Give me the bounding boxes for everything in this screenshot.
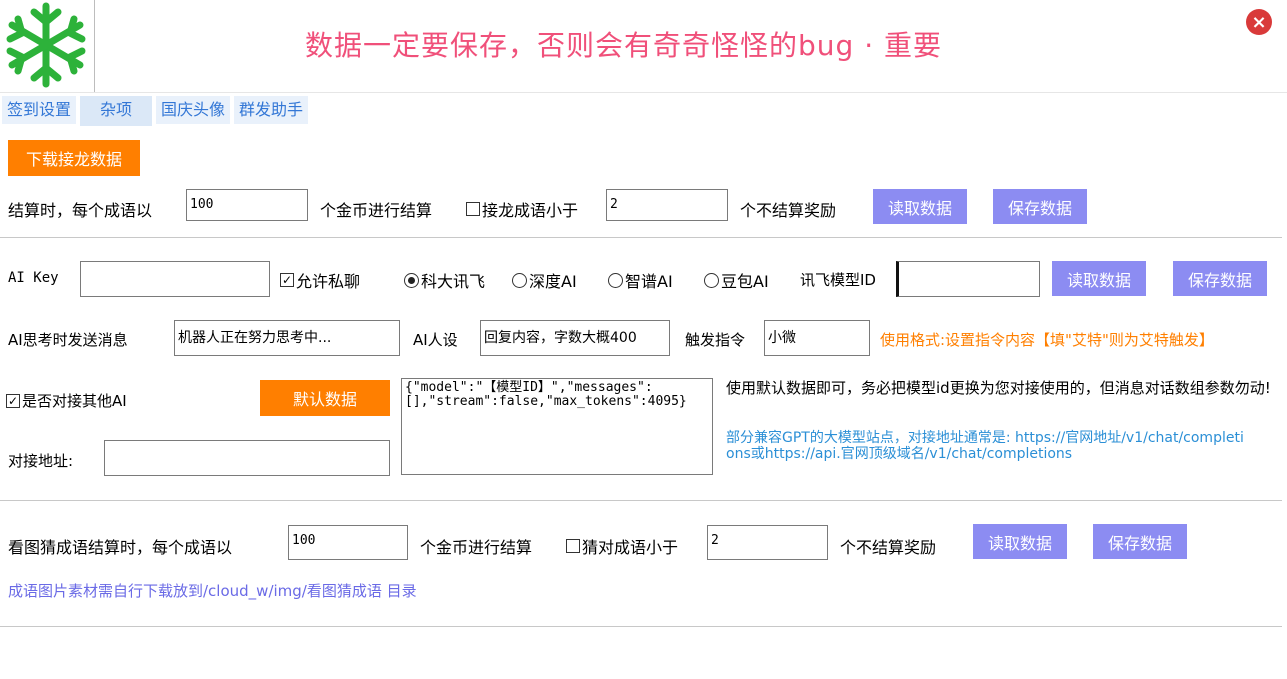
guess-label-suffix: 个不结算奖励 — [840, 538, 937, 557]
ai-key-label: AI Key — [8, 270, 59, 286]
checkbox-checked-icon: ✓ — [6, 393, 20, 408]
checkbox-box-icon — [466, 202, 480, 216]
ai-save-button[interactable]: 保存数据 — [1173, 261, 1267, 296]
tab-sign-in-settings[interactable]: 签到设置 — [2, 96, 77, 124]
header-divider — [0, 92, 1287, 93]
radio-unselected-icon — [704, 272, 719, 288]
radio-doubao-ai[interactable]: 豆包AI — [704, 268, 769, 292]
download-solitaire-data-button[interactable]: 下载接龙数据 — [8, 140, 140, 176]
section-divider — [0, 626, 1282, 627]
allow-private-chat-checkbox[interactable]: ✓ 允许私聊 — [280, 268, 360, 292]
model-id-input[interactable] — [896, 261, 1040, 297]
ai-read-button[interactable]: 读取数据 — [1052, 261, 1146, 296]
persona-label: AI人设 — [413, 331, 458, 349]
guess-coins-input[interactable]: 100 — [288, 525, 408, 560]
request-json-textarea[interactable]: {"model":"【模型ID】","messages":[],"stream"… — [401, 378, 713, 475]
radio-iflytek[interactable]: 科大讯飞 — [404, 268, 485, 292]
radio-doubao-ai-label: 豆包AI — [721, 272, 769, 291]
settle-label-suffix: 个不结算奖励 — [740, 201, 837, 220]
radio-zhipu-ai-label: 智谱AI — [625, 272, 673, 291]
persona-input[interactable]: 回复内容，字数大概400 — [480, 320, 670, 356]
checkbox-checked-icon: ✓ — [280, 273, 294, 287]
guess-read-button[interactable]: 读取数据 — [973, 524, 1067, 559]
allow-private-chat-label: 允许私聊 — [296, 272, 361, 291]
solitaire-threshold-label: 接龙成语小于 — [482, 201, 579, 220]
connect-other-ai-checkbox[interactable]: ✓ 是否对接其他AI — [6, 390, 127, 411]
default-data-button[interactable]: 默认数据 — [260, 380, 390, 416]
settle-read-button[interactable]: 读取数据 — [873, 189, 967, 224]
settle-label-prefix: 结算时，每个成语以 — [8, 201, 153, 220]
snowflake-logo-icon — [0, 0, 92, 90]
guess-save-button[interactable]: 保存数据 — [1093, 524, 1187, 559]
settle-coins-input[interactable]: 100 — [186, 189, 308, 221]
guess-label-mid: 个金币进行结算 — [420, 538, 533, 557]
trigger-input[interactable]: 小微 — [764, 320, 870, 356]
thinking-message-label: AI思考时发送消息 — [8, 331, 128, 349]
tab-national-day-avatar[interactable]: 国庆头像 — [156, 96, 231, 124]
api-address-label: 对接地址: — [8, 452, 74, 470]
default-data-note: 使用默认数据即可，务必把模型id更换为您对接使用的，但消息对话数组参数勿动! — [726, 379, 1271, 397]
radio-unselected-icon — [512, 272, 527, 288]
settle-save-button[interactable]: 保存数据 — [993, 189, 1087, 224]
solitaire-threshold-checkbox[interactable]: 接龙成语小于 — [466, 197, 578, 221]
close-icon[interactable]: × — [1246, 9, 1272, 35]
thinking-message-input[interactable]: 机器人正在努力思考中... — [174, 320, 400, 356]
radio-unselected-icon — [608, 272, 623, 288]
section-divider — [0, 500, 1282, 501]
guess-label-prefix: 看图猜成语结算时，每个成语以 — [8, 538, 233, 557]
trigger-label: 触发指令 — [685, 331, 746, 349]
radio-selected-icon — [404, 272, 419, 288]
radio-deep-ai[interactable]: 深度AI — [512, 268, 577, 292]
tab-bar: 签到设置 杂项 国庆头像 群发助手 — [2, 96, 309, 126]
checkbox-box-icon — [566, 539, 580, 553]
logo-divider — [94, 0, 95, 92]
solitaire-threshold-input[interactable]: 2 — [606, 189, 728, 221]
guess-threshold-label: 猜对成语小于 — [582, 538, 679, 557]
page-title: 数据一定要保存，否则会有奇奇怪怪的bug · 重要 — [305, 29, 942, 62]
guess-threshold-checkbox[interactable]: 猜对成语小于 — [566, 534, 678, 558]
guess-threshold-input[interactable]: 2 — [707, 525, 828, 560]
ai-key-input[interactable] — [80, 261, 270, 297]
radio-deep-ai-label: 深度AI — [529, 272, 577, 291]
radio-iflytek-label: 科大讯飞 — [421, 272, 486, 291]
tab-misc[interactable]: 杂项 — [80, 96, 153, 126]
connect-other-ai-label: 是否对接其他AI — [22, 392, 127, 410]
usage-hint: 使用格式:设置指令内容【填"艾特"则为艾特触发】 — [880, 331, 1214, 349]
image-assets-note: 成语图片素材需自行下载放到/cloud_w/img/看图猜成语 目录 — [8, 582, 417, 600]
compatible-endpoint-note: 部分兼容GPT的大模型站点，对接地址通常是: https://官网地址/v1/c… — [726, 430, 1244, 462]
model-id-label: 讯飞模型ID — [800, 271, 876, 289]
api-address-input[interactable] — [104, 440, 390, 476]
tab-group-send-helper[interactable]: 群发助手 — [234, 96, 309, 124]
section-divider — [0, 237, 1282, 238]
settle-label-mid: 个金币进行结算 — [320, 201, 433, 220]
radio-zhipu-ai[interactable]: 智谱AI — [608, 268, 673, 292]
